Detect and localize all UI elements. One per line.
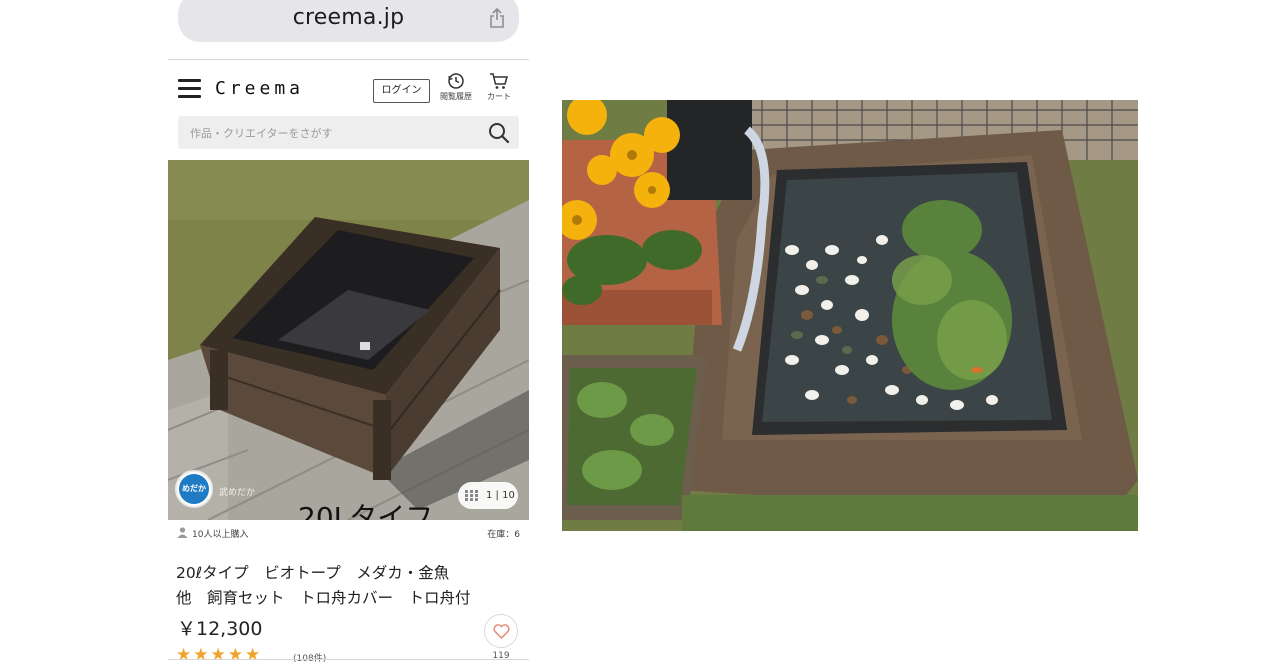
divider	[168, 659, 529, 660]
product-price: ￥12,300	[177, 618, 263, 640]
biotope-photo	[562, 100, 1138, 531]
product-title-line1: 20ℓタイプ ビオトープ メダカ・金魚	[176, 564, 450, 582]
history-label: 閲覧履歴	[440, 92, 472, 101]
search-icon[interactable]	[488, 122, 510, 144]
favorite-button[interactable]	[484, 614, 518, 648]
image-counter-text: 1 | 10	[486, 490, 515, 501]
image-counter[interactable]: 1 | 10	[458, 482, 518, 509]
star-icon: ★	[210, 645, 226, 665]
purchase-count: 10人以上購入	[192, 530, 249, 540]
site-header: Creema ログイン 閲覧履歴 カート	[168, 60, 529, 116]
star-icon: ★	[227, 645, 243, 665]
product-image-drawing	[168, 160, 529, 520]
search-input[interactable]: 作品・クリエイターをさがす	[178, 116, 519, 149]
grid-icon	[465, 490, 478, 501]
product-title: 20ℓタイプ ビオトープ メダカ・金魚 他 飼育セット トロ舟カバー トロ舟付	[176, 561, 506, 611]
hamburger-icon[interactable]	[178, 79, 201, 99]
product-title-line2: 他 飼育セット トロ舟カバー トロ舟付	[176, 589, 471, 607]
address-bar[interactable]: creema.jp	[178, 0, 519, 42]
cart-label: カート	[487, 92, 511, 101]
url-text: creema.jp	[292, 5, 405, 30]
review-count[interactable]: (108件)	[293, 651, 326, 664]
history-icon	[448, 73, 464, 89]
star-icon: ★	[245, 645, 261, 665]
biotope-photo-drawing	[562, 100, 1138, 531]
search-placeholder: 作品・クリエイターをさがす	[190, 127, 333, 140]
person-icon	[177, 527, 188, 538]
shop-name[interactable]: 武めだか	[219, 485, 255, 498]
image-caption: 20Lタイフ	[298, 501, 434, 520]
cart-icon	[490, 73, 508, 89]
share-icon[interactable]	[488, 7, 506, 29]
star-icon: ★	[176, 645, 192, 665]
site-logo[interactable]: Creema	[215, 78, 304, 99]
login-button[interactable]: ログイン	[373, 79, 430, 103]
star-icon: ★	[193, 645, 209, 665]
shop-avatar-logo: めだか	[179, 474, 209, 504]
product-meta: 10人以上購入 在庫：6	[168, 524, 529, 542]
product-image[interactable]: めだか 武めだか 20Lタイフ 1 | 10	[168, 160, 529, 520]
shop-avatar[interactable]: めだか	[175, 470, 213, 508]
stock-count: 在庫：6	[487, 530, 520, 540]
history-button[interactable]: 閲覧履歴	[436, 72, 476, 108]
heart-icon	[493, 624, 510, 639]
cart-button[interactable]: カート	[479, 72, 519, 108]
